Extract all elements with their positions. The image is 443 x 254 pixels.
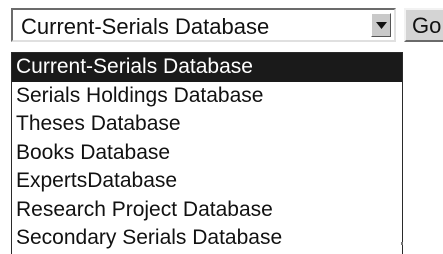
- database-selector: Current-Serials Database Go Current-Seri…: [0, 0, 443, 254]
- divider-mark: [401, 242, 403, 245]
- option-books-database[interactable]: Books Database: [12, 139, 402, 168]
- dropdown-arrow-button[interactable]: [371, 13, 391, 37]
- database-select-value: Current-Serials Database: [21, 14, 270, 39]
- option-experts-database[interactable]: ExpertsDatabase: [12, 167, 402, 196]
- option-secondary-serials-database[interactable]: Secondary Serials Database: [12, 224, 402, 253]
- option-serials-holdings-database[interactable]: Serials Holdings Database: [12, 82, 402, 111]
- database-options-list: Current-Serials Database Serials Holding…: [11, 52, 403, 254]
- option-research-project-database[interactable]: Research Project Database: [12, 196, 402, 225]
- go-button[interactable]: Go: [404, 8, 443, 42]
- option-theses-database[interactable]: Theses Database: [12, 110, 402, 139]
- database-select[interactable]: Current-Serials Database: [11, 8, 396, 42]
- option-current-serials-database[interactable]: Current-Serials Database: [12, 53, 402, 82]
- chevron-down-icon: [376, 22, 387, 29]
